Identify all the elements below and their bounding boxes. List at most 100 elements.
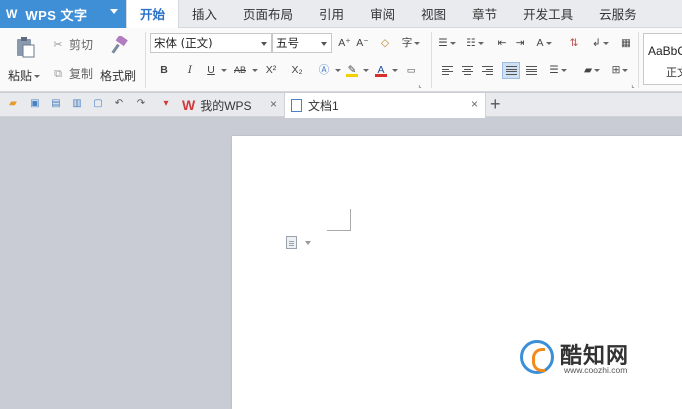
group-divider [431,32,432,88]
tab-sections[interactable]: 章节 [459,0,510,28]
open-folder-icon[interactable]: ▰ [7,98,19,110]
sort-icon[interactable]: ⇅ [568,36,580,50]
wps-logo-icon: W [6,7,18,21]
document-icon [291,99,302,112]
clipboard-icon [17,37,35,58]
font-dialog-launcher-icon[interactable]: ⌞ [417,79,423,93]
close-icon[interactable]: × [270,97,277,111]
tab-developer[interactable]: 开发工具 [510,0,586,28]
numbering-icon[interactable]: ☷ [466,36,484,50]
show-marks-icon[interactable]: ↲ [592,36,609,50]
cut-button[interactable]: ✂ 剪切 [52,36,93,53]
bold-button[interactable]: B [158,63,170,77]
tab-label: 文档1 [308,99,339,113]
tab-review[interactable]: 审阅 [357,0,408,28]
app-menu-button[interactable]: W WPS 文字 [0,0,126,28]
distributed-icon[interactable] [526,66,537,75]
print-preview-icon[interactable]: ▢ [92,98,104,110]
chevron-down-icon [321,42,327,46]
chevron-down-icon [305,241,311,245]
shrink-font-button[interactable]: A⁻ [356,36,369,50]
line-spacing-icon[interactable]: ☰ [548,63,568,77]
app-title: WPS 文字 [25,7,88,23]
wps-logo-icon: W [182,97,196,113]
table-icon[interactable]: ▦ [620,36,632,50]
style-name: 正文 [666,67,682,79]
borders-icon[interactable]: ⊞ [610,63,630,77]
justify-icon [506,66,517,75]
decrease-indent-icon[interactable]: ⇤ [496,36,508,50]
export-pdf-icon[interactable]: ▤ [50,98,62,110]
chevron-down-icon [335,69,341,72]
align-right-icon[interactable] [482,66,493,75]
watermark-url: www.coozhi.com [564,365,628,375]
highlight-icon[interactable]: ✎ [346,63,358,77]
tab-page-layout[interactable]: 页面布局 [230,0,306,28]
clear-format-icon[interactable]: ◇ [379,36,391,50]
align-center-icon[interactable] [462,66,473,75]
phonetic-guide-button[interactable]: 字 [400,36,422,50]
chinese-layout-icon[interactable]: A [534,36,554,50]
group-divider [638,32,639,88]
char-border-icon[interactable]: ▭ [402,63,420,77]
brush-icon [111,36,128,54]
ribbon-home: 粘贴 ✂ 剪切 ⧉ 复制 格式刷 宋体 (正文) 五号 A⁺ A⁻ ◇ 字 B … [0,28,682,92]
redo-icon[interactable]: ↷ [135,98,147,110]
save-icon[interactable]: ▣ [29,98,41,110]
chevron-down-icon [252,69,258,72]
paragraph-dialog-launcher-icon[interactable]: ⌞ [630,79,636,93]
strikethrough-button[interactable]: AB [233,63,247,77]
subscript-button[interactable]: X₂ [290,63,304,77]
increase-indent-icon[interactable]: ⇥ [514,36,526,50]
copy-button[interactable]: ⧉ 复制 [52,65,93,82]
style-normal[interactable]: AaBbC 正文 [643,33,682,85]
paste-button[interactable]: 粘贴 [6,34,44,88]
tab-insert[interactable]: 插入 [179,0,230,28]
chevron-down-icon [392,69,398,72]
tab-home[interactable]: 开始 [126,0,180,29]
align-left-icon[interactable] [442,66,453,75]
tab-references[interactable]: 引用 [306,0,357,28]
font-family-value: 宋体 (正文) [154,36,213,50]
superscript-button[interactable]: X² [264,63,278,77]
coozhi-logo-icon [520,340,554,374]
chevron-down-icon [34,75,41,79]
chevron-down-icon [363,69,369,72]
print-icon[interactable]: ▥ [71,98,83,110]
text-effect-icon[interactable]: Ⓐ [318,63,330,77]
tab-label: 我的WPS [200,98,252,113]
style-sample-text: AaBbC [648,44,682,58]
paste-label: 粘贴 [8,67,41,84]
tab-cloud-services[interactable]: 云服务 [586,0,650,28]
chevron-down-icon [110,9,118,14]
format-painter-button[interactable]: 格式刷 [98,34,142,88]
bullets-icon[interactable]: ☰ [438,36,456,50]
font-size-value: 五号 [276,36,299,50]
font-color-button[interactable]: A [375,63,387,77]
tab-document[interactable]: 文档1 × [284,93,486,118]
chevron-down-icon [261,42,267,46]
copy-icon: ⧉ [54,67,62,80]
underline-button[interactable]: U [206,63,216,77]
font-size-select[interactable]: 五号 [272,33,332,53]
site-watermark: 酷知网 www.coozhi.com [520,338,665,378]
grow-font-button[interactable]: A⁺ [338,36,351,50]
new-tab-button[interactable]: + [490,94,501,114]
customize-toolbar-icon[interactable]: ▾ [160,98,172,110]
group-divider [145,32,146,88]
close-icon[interactable]: × [471,97,478,111]
paste-options-icon[interactable] [286,236,297,249]
scissors-icon: ✂ [53,38,63,51]
tab-my-wps[interactable]: W 我的WPS × [182,93,284,117]
italic-button[interactable]: I [184,63,196,77]
menu-bar: W WPS 文字 开始 插入 页面布局 引用 审阅 视图 章节 开发工具 云服务 [0,0,682,29]
undo-icon[interactable]: ↶ [113,98,125,110]
copy-label: 复制 [69,67,94,81]
justify-button[interactable] [502,62,520,79]
tab-view[interactable]: 视图 [408,0,459,28]
shading-icon[interactable]: ▰ [582,63,602,77]
margin-corner-mark [327,209,351,231]
chevron-down-icon [221,69,227,72]
font-family-select[interactable]: 宋体 (正文) [150,33,272,53]
format-painter-label: 格式刷 [100,69,137,83]
